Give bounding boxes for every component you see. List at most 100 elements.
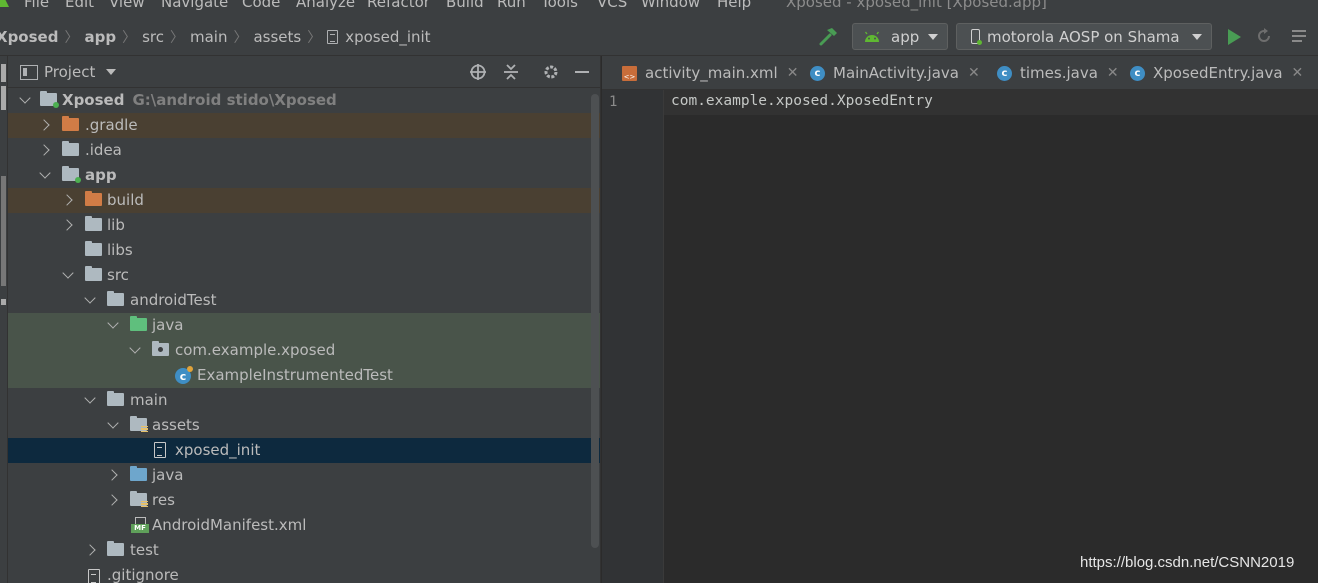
tree-item-xposed-init[interactable]: xposed_init <box>8 438 600 463</box>
tree-item-label: build <box>107 191 144 209</box>
tree-item-lib[interactable]: lib <box>8 213 600 238</box>
breadcrumb-xposed[interactable]: Xposed <box>0 28 58 46</box>
tab-activity-main-xml[interactable]: <> activity_main.xml ✕ <box>622 56 798 90</box>
android-icon <box>864 31 880 42</box>
tab-xposed-entry-java[interactable]: c XposedEntry.java ✕ <box>1130 56 1303 90</box>
menu-help[interactable]: Help <box>717 0 751 11</box>
line-number: 1 <box>609 94 618 110</box>
tree-item-label: ExampleInstrumentedTest <box>197 366 393 384</box>
project-view-selector[interactable]: Project <box>44 63 95 81</box>
chevron-right-icon[interactable] <box>38 144 50 156</box>
tree-item-test[interactable]: test <box>8 538 600 563</box>
menu-navigate[interactable]: Navigate <box>161 0 228 11</box>
tree-item-build[interactable]: build <box>8 188 600 213</box>
project-panel: Project Xposed G:\android stido\Xposed .… <box>8 56 601 583</box>
chevron-down-icon[interactable] <box>62 267 74 279</box>
tree-item-xposed[interactable]: Xposed G:\android stido\Xposed <box>8 88 600 113</box>
tree-item-app[interactable]: app <box>8 163 600 188</box>
tree-item-gitignore[interactable]: .gitignore <box>8 563 600 583</box>
close-icon[interactable]: ✕ <box>968 65 980 81</box>
chevron-right-icon[interactable] <box>38 119 50 131</box>
tree-item-label: Xposed G:\android stido\Xposed <box>62 91 337 109</box>
menu-edit[interactable]: Edit <box>65 0 94 11</box>
breadcrumb-app[interactable]: app <box>84 28 116 46</box>
device-select[interactable]: motorola AOSP on Shama <box>956 23 1212 50</box>
menu-code[interactable]: Code <box>242 0 280 11</box>
hide-icon[interactable] <box>573 63 591 81</box>
chevron-right-icon[interactable] <box>106 469 118 481</box>
breadcrumb-src[interactable]: src <box>142 28 164 46</box>
breadcrumb-main[interactable]: main <box>190 28 227 46</box>
gear-icon[interactable] <box>542 63 560 81</box>
close-icon[interactable]: ✕ <box>1292 65 1304 81</box>
folder-icon <box>62 141 79 156</box>
menu-analyze[interactable]: Analyze <box>296 0 355 11</box>
menu-window[interactable]: Window <box>641 0 700 11</box>
menu-view[interactable]: View <box>109 0 145 11</box>
tree-item-src[interactable]: src <box>8 263 600 288</box>
tree-item-res[interactable]: res <box>8 488 600 513</box>
tree-item-assets[interactable]: assets <box>8 413 600 438</box>
run-icon[interactable] <box>1228 29 1241 45</box>
hammer-icon[interactable] <box>818 25 840 47</box>
chevron-down-icon[interactable] <box>129 342 141 354</box>
file-icon <box>327 30 339 44</box>
menu-tools[interactable]: Tools <box>541 0 578 11</box>
more-menu-icon[interactable] <box>1290 27 1308 45</box>
run-configuration-select[interactable]: app <box>852 23 948 50</box>
chevron-down-icon[interactable] <box>106 69 116 75</box>
chevron-right-icon[interactable] <box>61 219 73 231</box>
chevron-down-icon[interactable] <box>107 317 119 329</box>
menu-run[interactable]: Run <box>497 0 526 11</box>
tool-window-tab[interactable] <box>1 299 6 305</box>
tree-item-label: res <box>152 491 175 509</box>
class-icon: c <box>175 366 193 384</box>
tree-item-package[interactable]: com.example.xposed <box>8 338 600 363</box>
tool-window-tab[interactable] <box>1 64 6 82</box>
code-line[interactable]: com.example.xposed.XposedEntry <box>671 93 933 109</box>
tool-window-tab[interactable] <box>1 176 6 286</box>
project-scrollbar[interactable] <box>591 94 599 548</box>
tree-item-main[interactable]: main <box>8 388 600 413</box>
menu-refactor[interactable]: Refactor <box>367 0 430 11</box>
collapse-icon[interactable] <box>502 63 520 81</box>
close-icon[interactable]: ✕ <box>787 65 799 81</box>
chevron-down-icon[interactable] <box>107 417 119 429</box>
folder-icon <box>107 291 124 306</box>
tool-window-tab[interactable] <box>1 86 6 110</box>
chevron-down-icon[interactable] <box>39 167 51 179</box>
breadcrumb-assets[interactable]: assets <box>253 28 301 46</box>
tree-item-idea[interactable]: .idea <box>8 138 600 163</box>
rerun-icon[interactable] <box>1255 27 1273 45</box>
tree-item-libs[interactable]: libs <box>8 238 600 263</box>
chevron-down-icon[interactable] <box>19 92 31 104</box>
tree-item-main-java[interactable]: java <box>8 463 600 488</box>
tree-item-test-java[interactable]: java <box>8 313 600 338</box>
close-icon[interactable]: ✕ <box>1107 65 1119 81</box>
chevron-right-icon[interactable] <box>84 544 96 556</box>
menu-build[interactable]: Build <box>446 0 484 11</box>
tree-item-androidtest[interactable]: androidTest <box>8 288 600 313</box>
watermark-text: https://blog.csdn.net/CSNN2019 <box>1080 554 1295 571</box>
chevron-right-icon[interactable] <box>106 494 118 506</box>
tree-item-label: src <box>107 266 129 284</box>
chevron-down-icon[interactable] <box>84 292 96 304</box>
phone-icon <box>971 29 982 45</box>
tree-item-gradle[interactable]: .gradle <box>8 113 600 138</box>
breadcrumb-separator: 〉 <box>122 30 137 46</box>
tab-label: MainActivity.java <box>833 64 959 82</box>
menu-vcs[interactable]: VCS <box>597 0 627 11</box>
locate-icon[interactable] <box>469 63 487 81</box>
tree-item-example-instrumented-test[interactable]: c ExampleInstrumentedTest <box>8 363 600 388</box>
folder-icon <box>85 191 102 206</box>
tree-item-android-manifest[interactable]: MF AndroidManifest.xml <box>8 513 600 538</box>
tab-main-activity-java[interactable]: c MainActivity.java ✕ <box>810 56 980 90</box>
menu-file[interactable]: File <box>24 0 49 11</box>
chevron-down-icon[interactable] <box>84 392 96 404</box>
chevron-right-icon[interactable] <box>61 194 73 206</box>
tab-times-java[interactable]: c times.java ✕ <box>997 56 1119 90</box>
file-icon <box>88 569 100 583</box>
tree-item-label: assets <box>152 416 200 434</box>
breadcrumb-xposed-init[interactable]: xposed_init <box>345 28 430 46</box>
tree-item-label: com.example.xposed <box>175 341 336 359</box>
